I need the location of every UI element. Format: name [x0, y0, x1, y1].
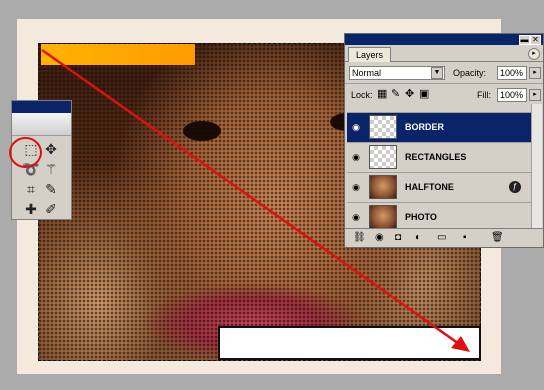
visibility-eye-icon[interactable]: ◉	[349, 211, 363, 223]
layer-thumbnail	[369, 145, 397, 169]
lock-image-icon[interactable]: ✎	[391, 87, 400, 101]
layers-panel: ▬ ✕ Layers ▸ Normal ▼ Opacity: 100% ▸ Lo…	[344, 33, 544, 248]
layer-name: HALFTONE	[405, 182, 454, 192]
add-mask-icon[interactable]: ◘	[395, 232, 401, 244]
lock-all-icon[interactable]: ▣	[419, 87, 429, 101]
lock-position-icon[interactable]: ✥	[405, 87, 414, 101]
tools-titlebar[interactable]	[12, 101, 71, 113]
magic-wand-icon[interactable]: ⚚	[42, 161, 60, 179]
tools-header	[12, 113, 71, 136]
visibility-eye-icon[interactable]: ◉	[349, 151, 363, 163]
trash-icon[interactable]: 🗑	[491, 232, 504, 244]
layer-halftone[interactable]: ◉ HALFTONE ƒ	[347, 172, 531, 202]
move-icon[interactable]: ✥	[42, 141, 60, 159]
layers-titlebar[interactable]: ▬ ✕	[345, 34, 543, 45]
layer-thumbnail	[369, 115, 397, 139]
opacity-arrow-icon[interactable]: ▸	[529, 67, 541, 79]
lock-label: Lock:	[351, 90, 373, 100]
new-layer-icon[interactable]: ▪	[463, 232, 467, 244]
layers-scrollbar[interactable]	[531, 104, 542, 228]
crop-icon[interactable]: ⌗	[22, 181, 40, 199]
layer-name: PHOTO	[405, 212, 437, 222]
tab-layers[interactable]: Layers	[348, 47, 392, 62]
layer-thumbnail	[369, 205, 397, 229]
brush-icon[interactable]: ✐	[42, 201, 60, 219]
healing-brush-icon[interactable]: ✚	[22, 201, 40, 219]
highlight-circle	[9, 137, 42, 168]
fill-input[interactable]: 100%	[497, 88, 527, 102]
arrow-head	[451, 336, 470, 352]
layer-name: RECTANGLES	[405, 152, 467, 162]
lock-row: Lock: ▦ ✎ ✥ ▣ Fill: 100% ▸	[345, 83, 543, 105]
minimize-icon[interactable]: ▬	[519, 35, 530, 45]
layers-tab-row: Layers ▸	[345, 45, 543, 62]
layer-name: BORDER	[405, 122, 445, 132]
visibility-eye-icon[interactable]: ◉	[349, 181, 363, 193]
opacity-label: Opacity:	[453, 68, 487, 78]
add-style-icon[interactable]: ◉	[375, 232, 384, 244]
adjustment-layer-icon[interactable]: ◐	[415, 232, 421, 244]
layer-rectangles[interactable]: ◉ RECTANGLES	[347, 142, 531, 172]
close-icon[interactable]: ✕	[530, 35, 541, 45]
lock-transparent-icon[interactable]: ▦	[377, 87, 387, 101]
fill-label: Fill:	[477, 90, 491, 100]
layer-thumbnail	[369, 175, 397, 199]
blend-row: Normal ▼ Opacity: 100% ▸	[345, 62, 543, 83]
chevron-down-icon[interactable]: ▼	[431, 67, 443, 79]
new-group-icon[interactable]: ▭	[437, 232, 446, 244]
slice-icon[interactable]: ✎	[42, 181, 60, 199]
visibility-eye-icon[interactable]: ◉	[349, 121, 363, 133]
layer-border[interactable]: ◉ BORDER	[347, 112, 531, 142]
fill-arrow-icon[interactable]: ▸	[529, 89, 541, 101]
layers-bottom-bar: ⛓ ◉ ◘ ◐ ▭ ▪ 🗑	[345, 228, 543, 247]
link-icon[interactable]: ⛓	[353, 232, 366, 244]
opacity-input[interactable]: 100%	[497, 66, 527, 80]
layer-effects-icon[interactable]: ƒ	[509, 181, 521, 193]
panel-menu-icon[interactable]: ▸	[528, 48, 540, 60]
